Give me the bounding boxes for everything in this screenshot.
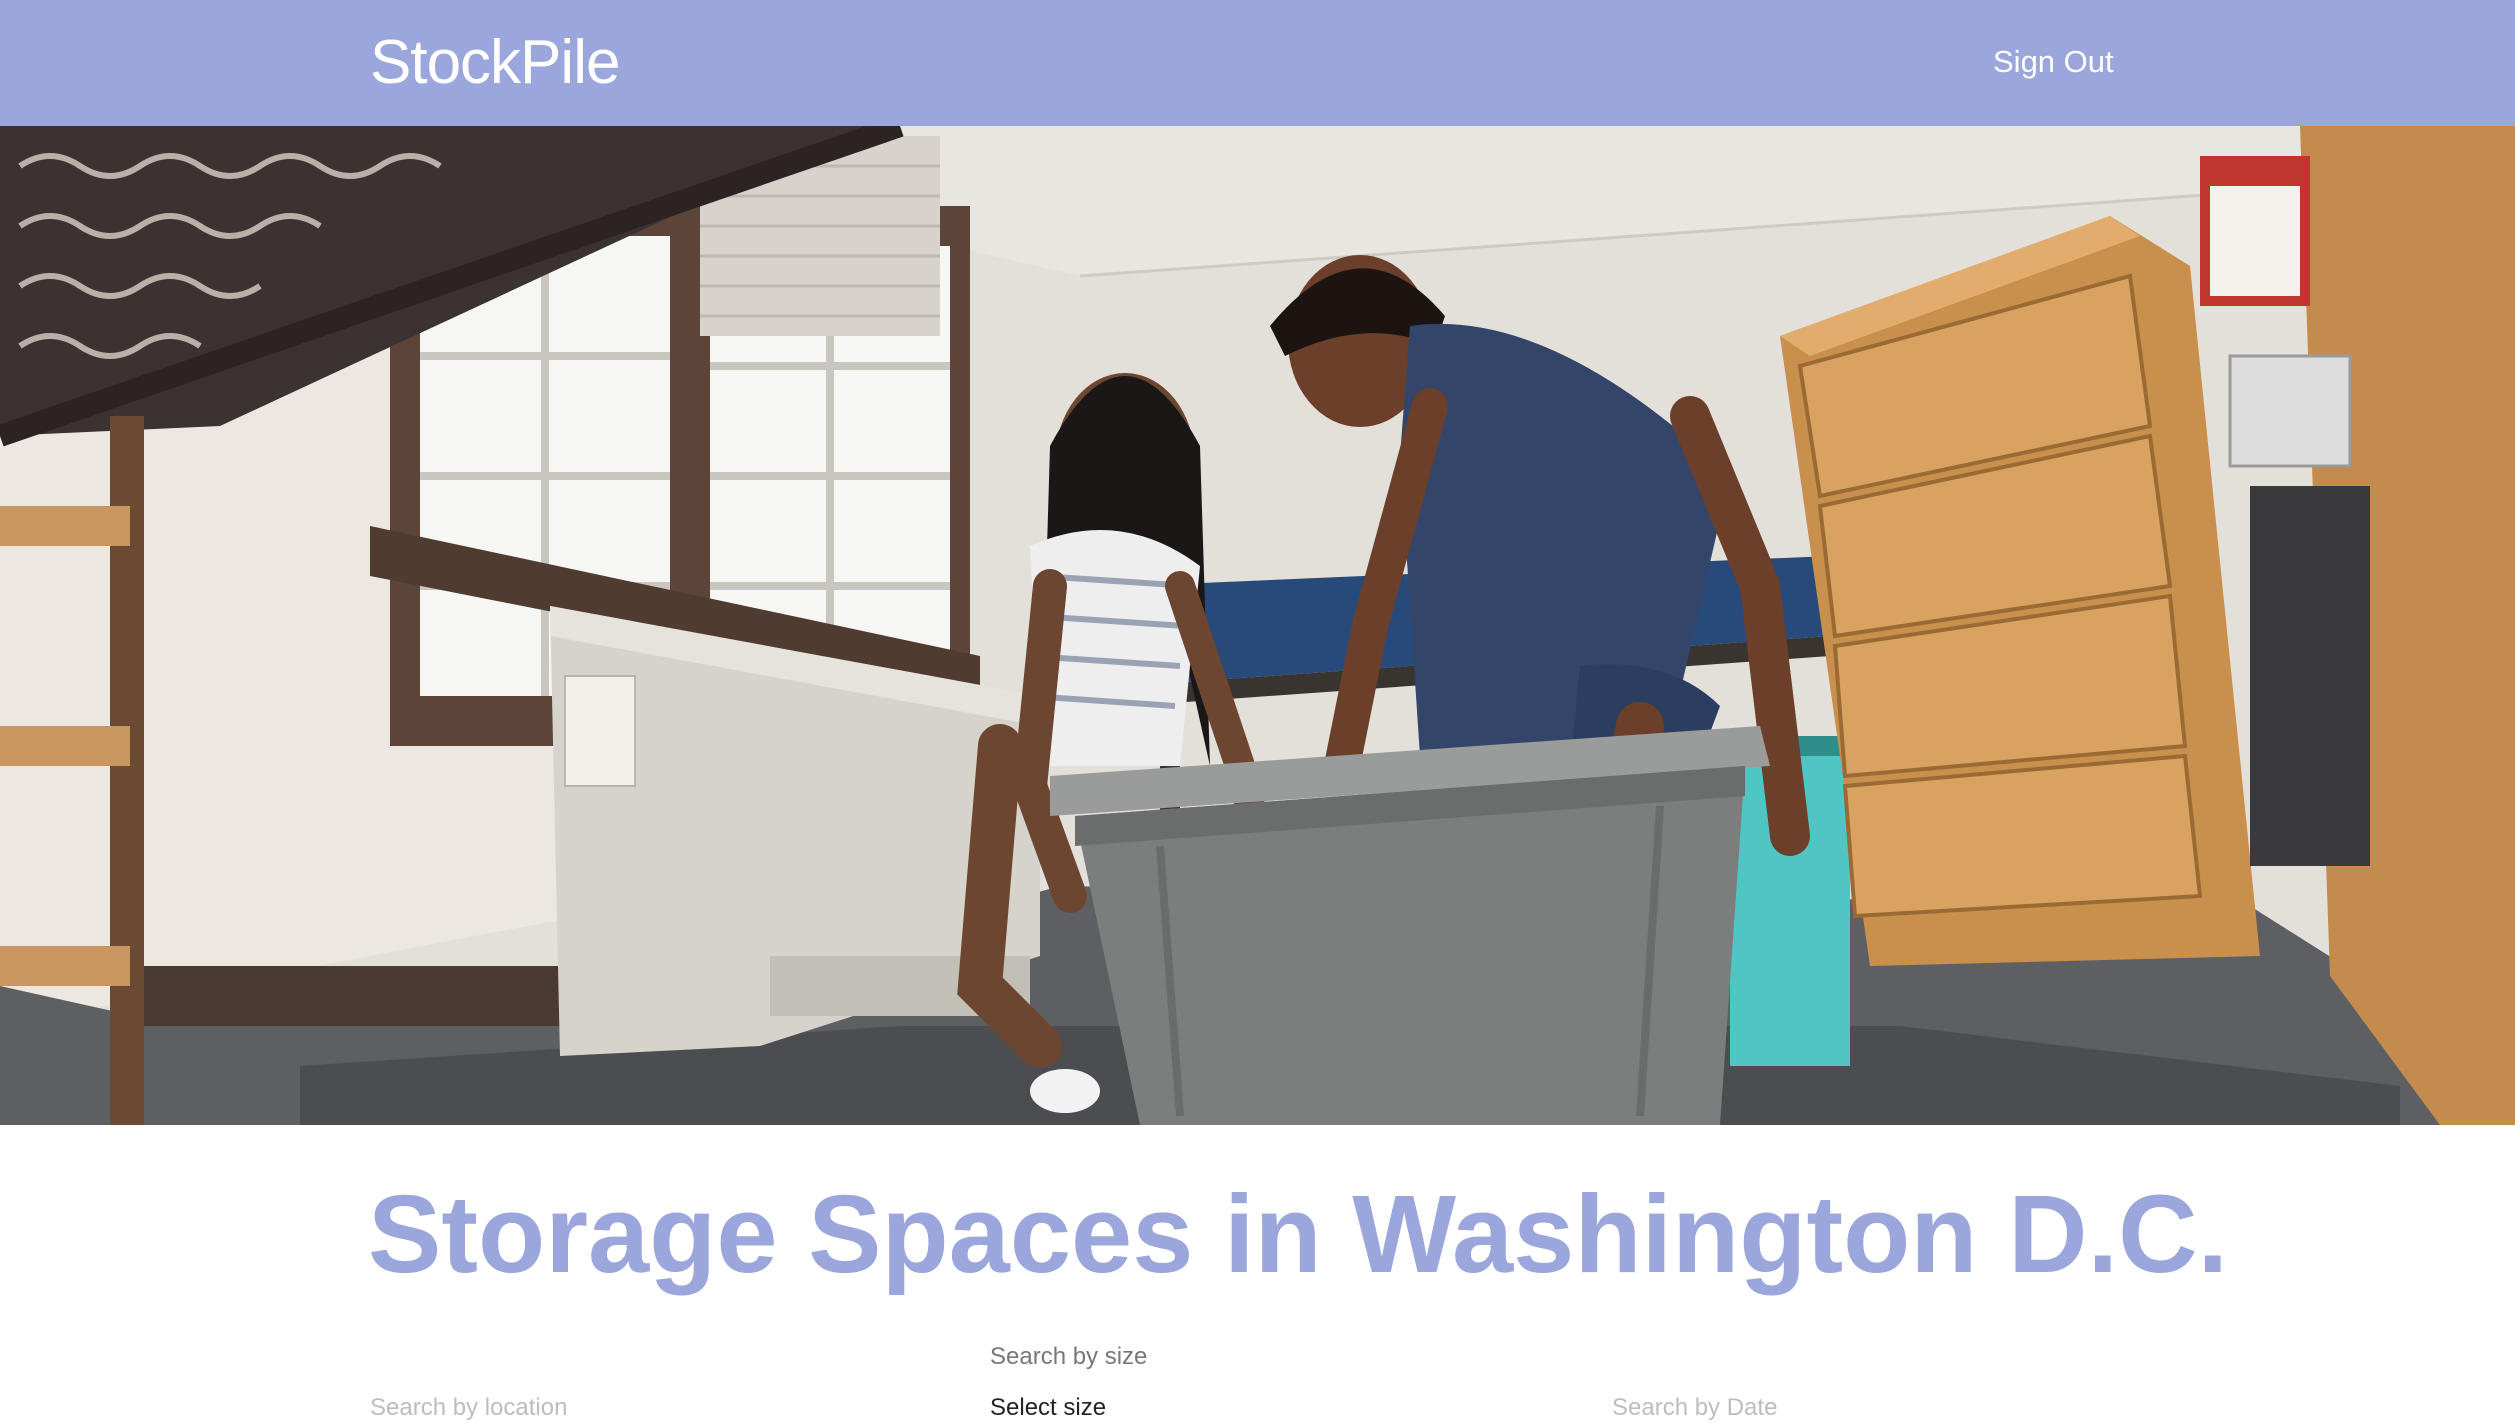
page-title: Storage Spaces in Washington D.C.: [368, 1173, 2229, 1296]
sign-out-link[interactable]: Sign Out: [1993, 42, 2114, 82]
date-filter-label: Search by Date: [1612, 1394, 1778, 1421]
hero-image: [0, 126, 2515, 1125]
location-filter-label: Search by location: [370, 1394, 568, 1421]
size-filter-label: Search by size: [990, 1343, 1148, 1370]
navbar: StockPile Sign Out: [0, 0, 2515, 126]
size-select[interactable]: Select size: [990, 1393, 1106, 1423]
hero-illustration: [0, 126, 2515, 1125]
brand-logo[interactable]: StockPile: [370, 27, 620, 99]
